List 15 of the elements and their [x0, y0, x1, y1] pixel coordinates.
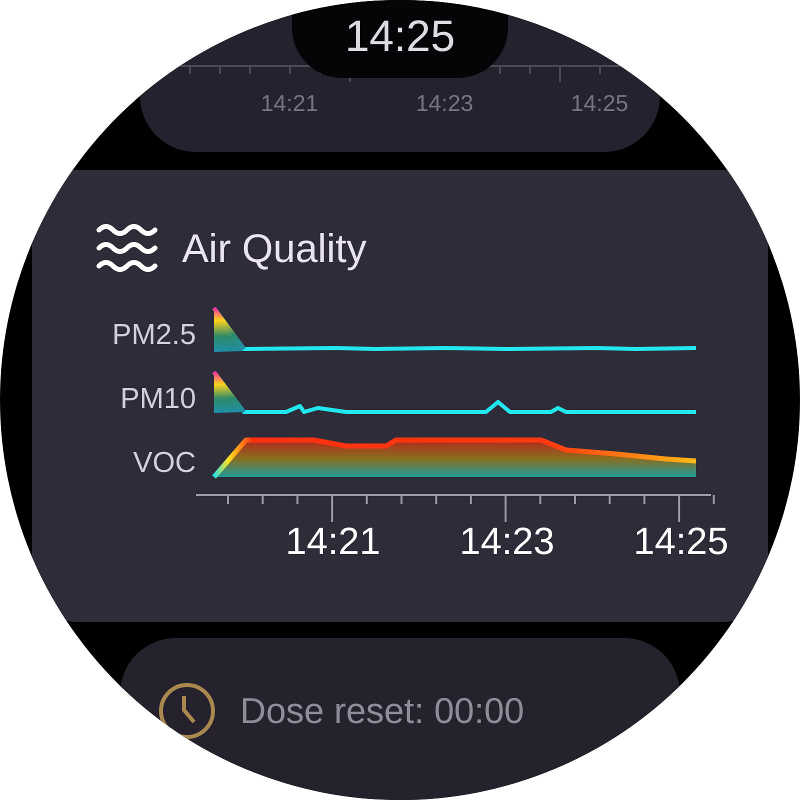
air-quality-card[interactable]: Air Quality PM2.5 PM10 VOC 14:21 14:23 14:25 [32, 170, 768, 622]
card-title: Air Quality [182, 229, 366, 269]
series-label: PM10 [120, 382, 196, 417]
axis-label: 14:23 [414, 89, 474, 118]
series-label: VOC [133, 446, 196, 481]
clock-icon [158, 682, 216, 740]
axis-label: 14:21 [284, 523, 382, 561]
dose-card[interactable]: Dose reset: 00:00 [120, 638, 680, 800]
axis-label: 14:21 [260, 89, 320, 118]
series-label: PM2.5 [112, 318, 196, 353]
dose-reset-text: Dose reset: 00:00 [240, 689, 524, 733]
axis-label: 14:23 [458, 523, 556, 561]
axis-label: 14:25 [570, 89, 630, 118]
clock-time: 14:25 [292, 0, 508, 78]
axis-label: 14:25 [632, 523, 730, 561]
